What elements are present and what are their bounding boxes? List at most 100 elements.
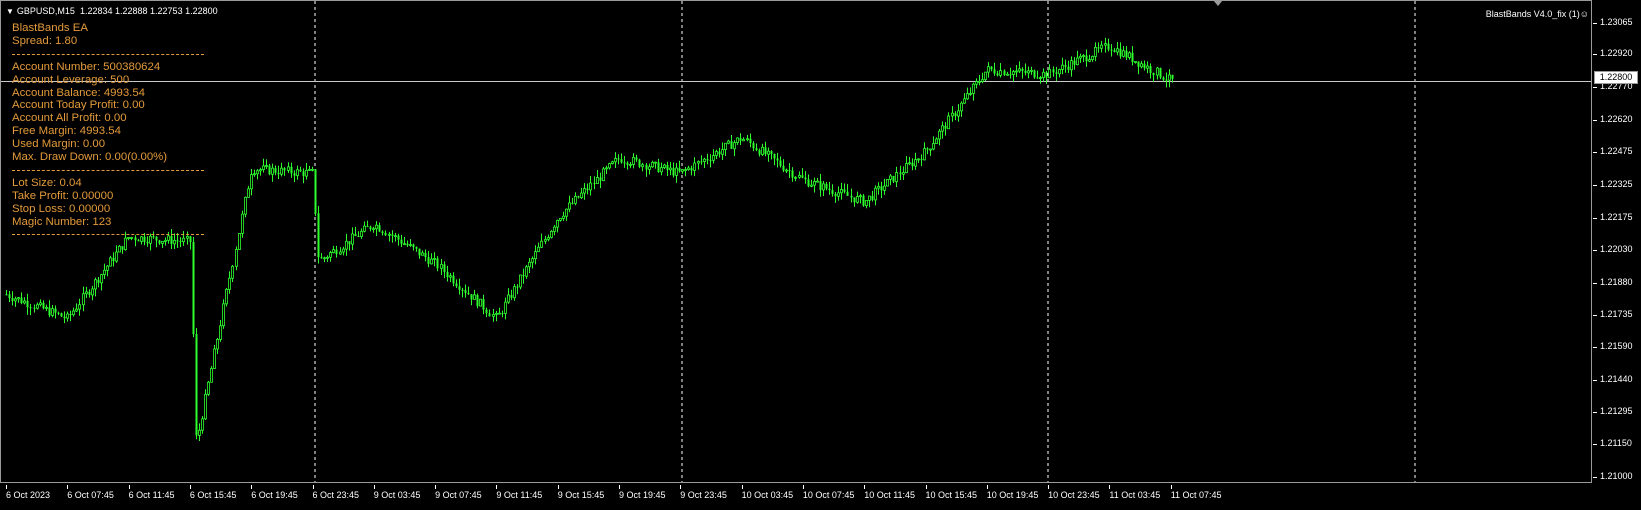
candle-body-bear bbox=[436, 258, 439, 269]
candle-body-bull bbox=[173, 239, 176, 245]
candle-body-bear bbox=[378, 225, 381, 232]
candle-body-bear bbox=[452, 275, 455, 284]
candle-body-bull bbox=[231, 265, 234, 279]
candle-body-bull bbox=[742, 139, 745, 142]
time-tick-label: 9 Oct 03:45 bbox=[373, 485, 421, 500]
trade-settings-list: Lot Size: 0.04 Take Profit: 0.00000 Stop L… bbox=[12, 177, 167, 229]
time-tick-label: 6 Oct 11:45 bbox=[128, 485, 175, 500]
candle-body-bull bbox=[228, 277, 231, 290]
candle-body-bull bbox=[905, 163, 908, 173]
candle-body-bear bbox=[1113, 50, 1116, 52]
candle-body-bull bbox=[957, 110, 960, 117]
candle-body-bull bbox=[394, 235, 397, 238]
candle-body-bull bbox=[372, 228, 375, 231]
candle-body-bear bbox=[871, 196, 874, 200]
candle-body-bull bbox=[697, 161, 700, 164]
price-tick-label: 1.21440 bbox=[1593, 374, 1633, 385]
candle-body-bear bbox=[944, 125, 947, 129]
candle-body-bull bbox=[556, 219, 559, 228]
candle-body-bull bbox=[311, 168, 314, 171]
candle-body-bull bbox=[767, 150, 770, 155]
candle-body-bear bbox=[749, 138, 752, 144]
candle-body-bull bbox=[574, 195, 577, 204]
separator-line bbox=[12, 228, 205, 241]
candle-body-bear bbox=[954, 113, 957, 117]
candle-body-bull bbox=[589, 182, 592, 191]
candle-body-bull bbox=[507, 294, 510, 303]
candle-body-bull bbox=[794, 176, 797, 179]
candle-body-bear bbox=[464, 290, 467, 293]
candle-body-bull bbox=[724, 142, 727, 150]
candle-body-bear bbox=[739, 137, 742, 141]
price-tick-label: 1.21590 bbox=[1593, 341, 1633, 352]
candle-body-bear bbox=[1055, 72, 1058, 74]
candle-body-bear bbox=[831, 190, 834, 194]
chart-window[interactable]: ▼ GBPUSD,M15 1.22834 1.22888 1.22753 1.22… bbox=[0, 0, 1641, 510]
panel-line: Free Margin: 4993.54 bbox=[12, 125, 121, 138]
candle-body-bull bbox=[614, 157, 617, 163]
time-axis[interactable]: 6 Oct 2023 6 Oct 07:45 6 Oct 11:45 6 Oct 15… bbox=[0, 484, 1592, 510]
candle-body-bull bbox=[115, 251, 118, 262]
time-tick-label: 11 Oct 07:45 bbox=[1170, 485, 1222, 500]
candle-body-bear bbox=[467, 292, 470, 295]
candle-body-bear bbox=[33, 307, 36, 309]
price-plot[interactable] bbox=[0, 0, 1592, 483]
candle-body-bear bbox=[516, 286, 519, 288]
candle-body-bear bbox=[42, 302, 45, 309]
candle-body-bear bbox=[1045, 72, 1048, 78]
candle-body-bear bbox=[406, 243, 409, 246]
candle-body-bull bbox=[736, 137, 739, 143]
candle-body-bear bbox=[170, 235, 173, 244]
candle-body-bull bbox=[641, 164, 644, 168]
candle-body-bull bbox=[669, 167, 672, 171]
candle-body-bull bbox=[1128, 52, 1131, 58]
time-tick-label: 10 Oct 11:45 bbox=[864, 485, 916, 500]
candle-body-bear bbox=[666, 164, 669, 170]
candle-body-bull bbox=[1079, 55, 1082, 59]
candle-body-bull bbox=[681, 169, 684, 172]
candle-body-bear bbox=[482, 299, 485, 310]
candle-body-bear bbox=[920, 158, 923, 160]
candle-body-bull bbox=[82, 293, 85, 306]
candle-body-bull bbox=[91, 288, 94, 296]
chart-shift-marker[interactable] bbox=[1213, 0, 1223, 6]
price-tick-label: 1.21295 bbox=[1593, 406, 1633, 417]
candle-body-bull bbox=[433, 258, 436, 260]
candle-body-bear bbox=[476, 294, 479, 307]
candle-body-bull bbox=[1116, 48, 1119, 53]
candle-body-bear bbox=[620, 159, 623, 163]
candle-body-bull bbox=[1015, 70, 1018, 73]
candle-body-bear bbox=[996, 73, 999, 76]
time-tick-label: 9 Oct 15:45 bbox=[557, 485, 605, 500]
current-price-label: 1.22800 bbox=[1594, 71, 1638, 84]
candle-body-bull bbox=[513, 286, 516, 299]
candle-body-bear bbox=[657, 162, 660, 172]
candle-body-bull bbox=[241, 213, 244, 234]
price-tick-label: 1.22325 bbox=[1593, 179, 1633, 190]
candle-body-bull bbox=[984, 71, 987, 81]
candle-body-bull bbox=[1088, 59, 1091, 62]
price-tick-label: 1.22030 bbox=[1593, 244, 1633, 255]
candle-body-bull bbox=[118, 245, 121, 253]
candle-body-bull bbox=[969, 93, 972, 95]
candle-body-bull bbox=[85, 291, 88, 295]
candle-body-bear bbox=[1073, 60, 1076, 65]
candle-body-bull bbox=[351, 233, 354, 245]
panel-line: Take Profit: 0.00000 bbox=[12, 189, 114, 202]
candle-body-bull bbox=[908, 162, 911, 165]
candle-body-bear bbox=[764, 147, 767, 155]
candle-body-bear bbox=[599, 177, 602, 181]
candle-body-bull bbox=[287, 166, 290, 171]
dropdown-arrow-icon[interactable]: ▼ bbox=[6, 7, 14, 16]
candle-body-bull bbox=[308, 169, 311, 171]
candle-body-bear bbox=[277, 172, 280, 175]
candle-body-bear bbox=[5, 294, 8, 296]
account-info-list: Account Number: 500380624 Account Leverag… bbox=[12, 61, 167, 164]
candle-body-bull bbox=[1027, 70, 1030, 74]
candle-body-bull bbox=[1100, 44, 1103, 49]
candle-body-bull bbox=[583, 188, 586, 194]
candle-body-bear bbox=[782, 165, 785, 171]
candle-body-bull bbox=[45, 306, 48, 309]
candle-body-bear bbox=[320, 257, 323, 259]
symbol-header: ▼ GBPUSD,M15 1.22834 1.22888 1.22753 1.22… bbox=[6, 6, 218, 16]
